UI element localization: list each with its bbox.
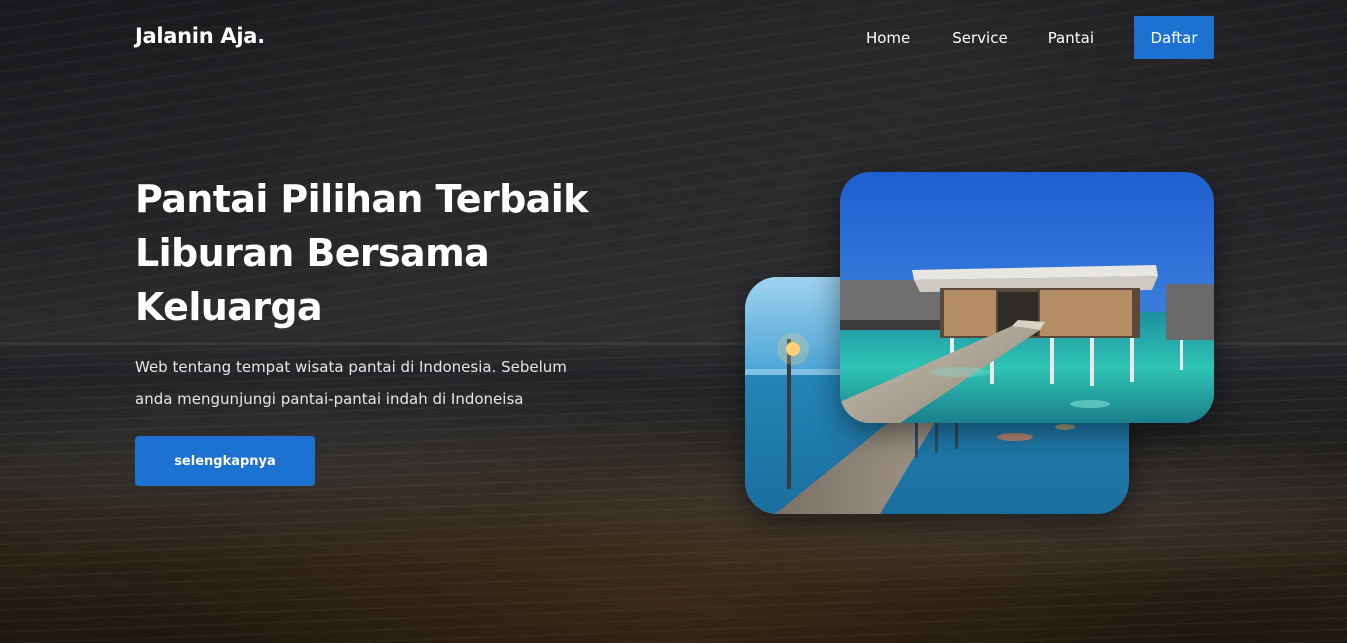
daftar-button[interactable]: Daftar (1134, 16, 1214, 59)
hero-headline: Pantai Pilihan Terbaik Liburan Bersama K… (135, 172, 655, 334)
headline-line-3: Keluarga (135, 285, 323, 329)
hero-description: Web tentang tempat wisata pantai di Indo… (135, 351, 615, 415)
nav-link-home[interactable]: Home (866, 29, 910, 47)
nav-link-service[interactable]: Service (952, 29, 1007, 47)
description-line-2: anda mengunjungi pantai-pantai indah di … (135, 390, 524, 408)
hero-section: Jalanin Aja. Home Service Pantai Daftar … (0, 0, 1347, 643)
site-logo[interactable]: Jalanin Aja. (135, 24, 265, 48)
headline-line-1: Pantai Pilihan Terbaik (135, 177, 588, 221)
nav-link-pantai[interactable]: Pantai (1048, 29, 1094, 47)
headline-line-2: Liburan Bersama (135, 231, 490, 275)
description-line-1: Web tentang tempat wisata pantai di Indo… (135, 358, 567, 376)
overwater-villa-photo (840, 172, 1214, 423)
selengkapnya-button[interactable]: selengkapnya (135, 436, 315, 486)
main-nav: Home Service Pantai Daftar (866, 16, 1214, 59)
